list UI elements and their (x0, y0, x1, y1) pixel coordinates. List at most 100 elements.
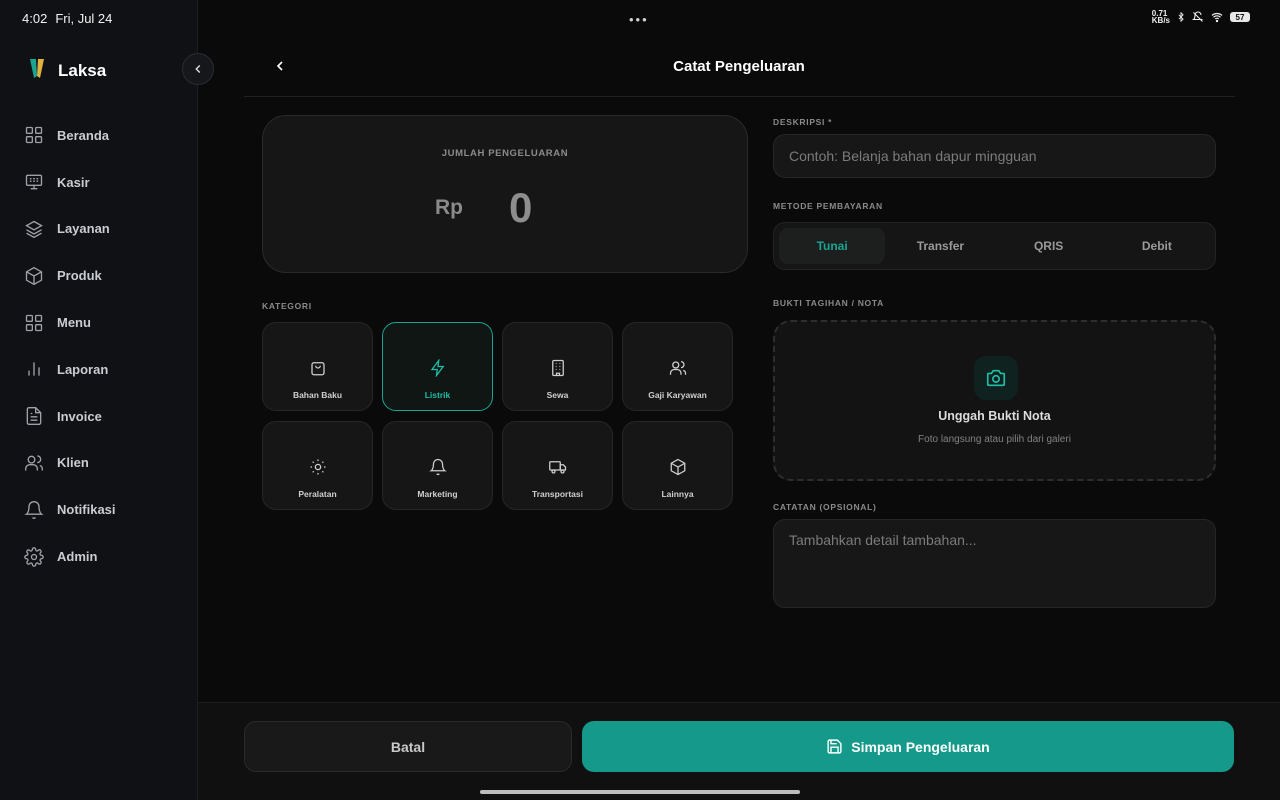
amount-card[interactable]: JUMLAH PENGELUARAN Rp 0 (262, 115, 748, 273)
laksa-logo-icon (28, 56, 46, 85)
category-label-text: Marketing (417, 489, 458, 499)
app-name: Laksa (58, 60, 107, 80)
category-sewa[interactable]: Sewa (502, 322, 613, 411)
sidebar: 4:02 Fri, Jul 24 Laksa Beranda Kasir Lay… (0, 0, 198, 800)
brand[interactable]: Laksa (28, 56, 106, 85)
bell-icon (428, 458, 447, 476)
sidebar-item-label: Invoice (57, 408, 102, 424)
description-input[interactable] (773, 134, 1216, 178)
sidebar-item-label: Kasir (57, 174, 90, 190)
payment-option-qris[interactable]: QRIS (996, 228, 1102, 264)
sidebar-item-label: Klien (57, 455, 89, 471)
layers-icon (25, 220, 43, 239)
home-indicator[interactable] (480, 790, 800, 794)
payment-method-selector: Tunai Transfer QRIS Debit (773, 222, 1216, 270)
chevron-left-icon (276, 61, 283, 71)
receipt-label: BUKTI TAGIHAN / NOTA (773, 298, 884, 308)
bell-icon (24, 500, 44, 519)
amount-value[interactable]: 0 (509, 184, 532, 232)
description-label: DESKRIPSI * (773, 117, 833, 127)
receipt-upload-area[interactable]: Unggah Bukti Nota Foto langsung atau pil… (773, 320, 1216, 481)
status-time: 4:02 (22, 11, 48, 26)
category-label-text: Listrik (424, 390, 451, 400)
back-button[interactable] (268, 54, 292, 78)
category-transportasi[interactable]: Transportasi (502, 421, 613, 510)
network-speed: 0.71 KB/s (1151, 9, 1170, 25)
status-date: Fri, Jul 24 (55, 11, 113, 26)
chevron-left-icon (195, 65, 201, 73)
box-icon (670, 458, 685, 476)
bluetooth-icon (1178, 11, 1184, 23)
sidebar-item-menu[interactable]: Menu (24, 299, 116, 346)
sidebar-item-label: Produk (57, 268, 102, 284)
sidebar-item-kasir[interactable]: Kasir (24, 159, 116, 206)
payment-label: METODE PEMBAYARAN (773, 201, 883, 211)
save-button[interactable]: Simpan Pengeluaran (582, 721, 1234, 772)
grid-icon (25, 314, 43, 331)
sidebar-item-label: Admin (57, 549, 98, 565)
category-label-text: Gaji Karyawan (648, 390, 707, 400)
category-label-text: Bahan Baku (292, 390, 343, 400)
status-icons: 0.71 KB/s 57 (1151, 9, 1250, 25)
category-peralatan[interactable]: Peralatan (262, 421, 373, 510)
sidebar-item-label: Laporan (57, 361, 109, 377)
save-button-label: Simpan Pengeluaran (851, 738, 990, 755)
sidebar-item-laporan[interactable]: Laporan (24, 346, 116, 393)
category-label-text: Sewa (546, 390, 569, 400)
category-label-text: Transportasi (531, 489, 584, 499)
users-icon (25, 455, 44, 471)
sidebar-item-label: Layanan (57, 221, 110, 237)
truck-icon (548, 461, 566, 474)
cashier-icon (25, 174, 43, 190)
amount-currency: Rp (435, 196, 463, 219)
sidebar-item-label: Notifikasi (57, 502, 116, 518)
category-lainnya[interactable]: Lainnya (622, 421, 733, 510)
camera-icon (974, 356, 1018, 400)
shopping-bag-icon (310, 362, 325, 376)
sidebar-item-produk[interactable]: Produk (24, 252, 116, 299)
sidebar-collapse-button[interactable] (182, 53, 214, 85)
sidebar-item-layanan[interactable]: Layanan (24, 206, 116, 253)
document-icon (26, 407, 42, 426)
battery-icon: 57 (1230, 12, 1250, 22)
sidebar-item-notifikasi[interactable]: Notifikasi (24, 486, 116, 533)
payment-option-tunai[interactable]: Tunai (779, 228, 886, 264)
sidebar-item-label: Menu (57, 315, 91, 331)
upload-title: Unggah Bukti Nota (938, 409, 1051, 423)
save-icon (827, 739, 842, 754)
sidebar-item-klien[interactable]: Klien (24, 440, 116, 487)
bar-chart-icon (28, 362, 40, 377)
category-bahan-baku[interactable]: Bahan Baku (262, 322, 373, 411)
category-label: KATEGORI (262, 301, 312, 311)
users-icon (669, 360, 686, 375)
status-clock: 4:02 Fri, Jul 24 (22, 11, 112, 26)
upload-subtitle: Foto langsung atau pilih dari galeri (918, 434, 1071, 445)
building-icon (551, 359, 564, 377)
notes-label: CATATAN (OPSIONAL) (773, 502, 877, 512)
mute-icon (1192, 11, 1203, 22)
sidebar-item-label: Beranda (57, 127, 110, 143)
category-listrik[interactable]: Listrik (382, 322, 493, 411)
category-grid: Bahan Baku Listrik Sewa Gaji Karyawan Pe… (262, 322, 733, 510)
category-label-text: Lainnya (661, 489, 694, 499)
cancel-button[interactable]: Batal (244, 721, 572, 772)
sidebar-item-beranda[interactable]: Beranda (24, 112, 116, 159)
lightning-icon (430, 359, 445, 377)
payment-option-debit[interactable]: Debit (1104, 228, 1210, 264)
wifi-icon (1211, 12, 1223, 23)
sidebar-item-admin[interactable]: Admin (24, 533, 116, 580)
category-marketing[interactable]: Marketing (382, 421, 493, 510)
multitask-dots-icon[interactable]: ••• (629, 12, 649, 27)
amount-label: JUMLAH PENGELUARAN (441, 148, 569, 159)
sidebar-nav: Beranda Kasir Layanan Produk Menu Lapora… (24, 112, 116, 580)
payment-option-transfer[interactable]: Transfer (887, 228, 993, 264)
gear-icon (24, 546, 44, 567)
notes-textarea[interactable] (773, 519, 1216, 608)
category-gaji-karyawan[interactable]: Gaji Karyawan (622, 322, 733, 411)
sidebar-item-invoice[interactable]: Invoice (24, 393, 116, 440)
header-divider (244, 96, 1235, 97)
grid-icon (25, 127, 43, 144)
box-icon (25, 266, 43, 285)
category-label-text: Peralatan (298, 489, 337, 499)
sun-icon (310, 459, 325, 475)
